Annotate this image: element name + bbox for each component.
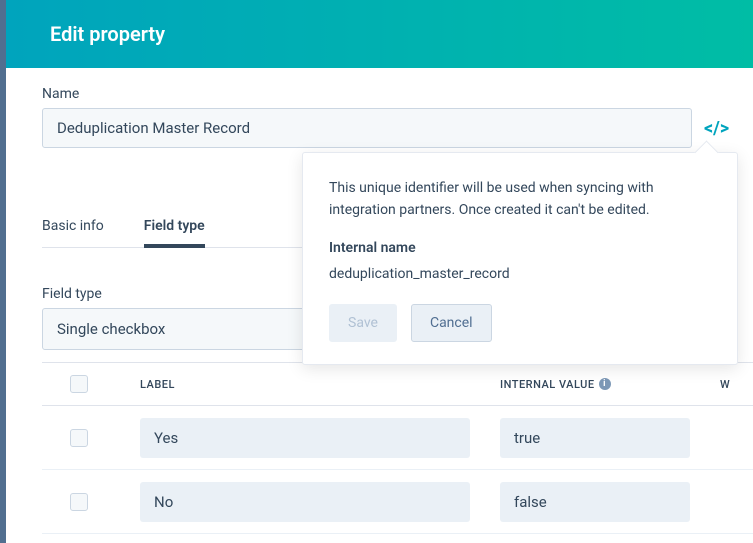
popover-internal-value: deduplication_master_record: [329, 266, 711, 282]
panel-header: Edit property: [6, 0, 753, 68]
option-internal-input[interactable]: [500, 418, 690, 458]
tab-field-type[interactable]: Field type: [144, 208, 205, 248]
name-label: Name: [42, 86, 753, 102]
popover-buttons: Save Cancel: [329, 304, 711, 342]
info-icon[interactable]: i: [599, 378, 611, 390]
select-all-checkbox[interactable]: [70, 375, 88, 393]
option-internal-input[interactable]: [500, 482, 690, 522]
save-button[interactable]: Save: [329, 304, 397, 342]
row-checkbox[interactable]: [70, 429, 88, 447]
option-label-input[interactable]: [140, 418, 470, 458]
table-row: [42, 406, 753, 470]
col-header-label: LABEL: [140, 378, 500, 391]
cancel-button[interactable]: Cancel: [411, 304, 492, 342]
col-header-internal: INTERNAL VALUE: [500, 378, 595, 391]
tabs: Basic info Field type: [42, 208, 302, 248]
popover-internal-label: Internal name: [329, 240, 711, 256]
col-header-w: W: [720, 378, 750, 391]
option-label-input[interactable]: [140, 482, 470, 522]
code-icon[interactable]: </>: [704, 118, 729, 139]
name-row: </>: [42, 108, 753, 148]
popover-description: This unique identifier will be used when…: [329, 177, 711, 222]
page-title: Edit property: [50, 22, 165, 46]
row-checkbox[interactable]: [70, 493, 88, 511]
internal-name-popover: This unique identifier will be used when…: [302, 152, 738, 365]
options-table: LABEL INTERNAL VALUE i W: [42, 362, 753, 534]
table-row: [42, 470, 753, 534]
table-header: LABEL INTERNAL VALUE i W: [42, 362, 753, 406]
field-type-value: Single checkbox: [57, 320, 165, 338]
tab-basic-info[interactable]: Basic info: [42, 208, 104, 247]
panel-left-accent: [0, 0, 6, 543]
name-input[interactable]: [42, 108, 692, 148]
